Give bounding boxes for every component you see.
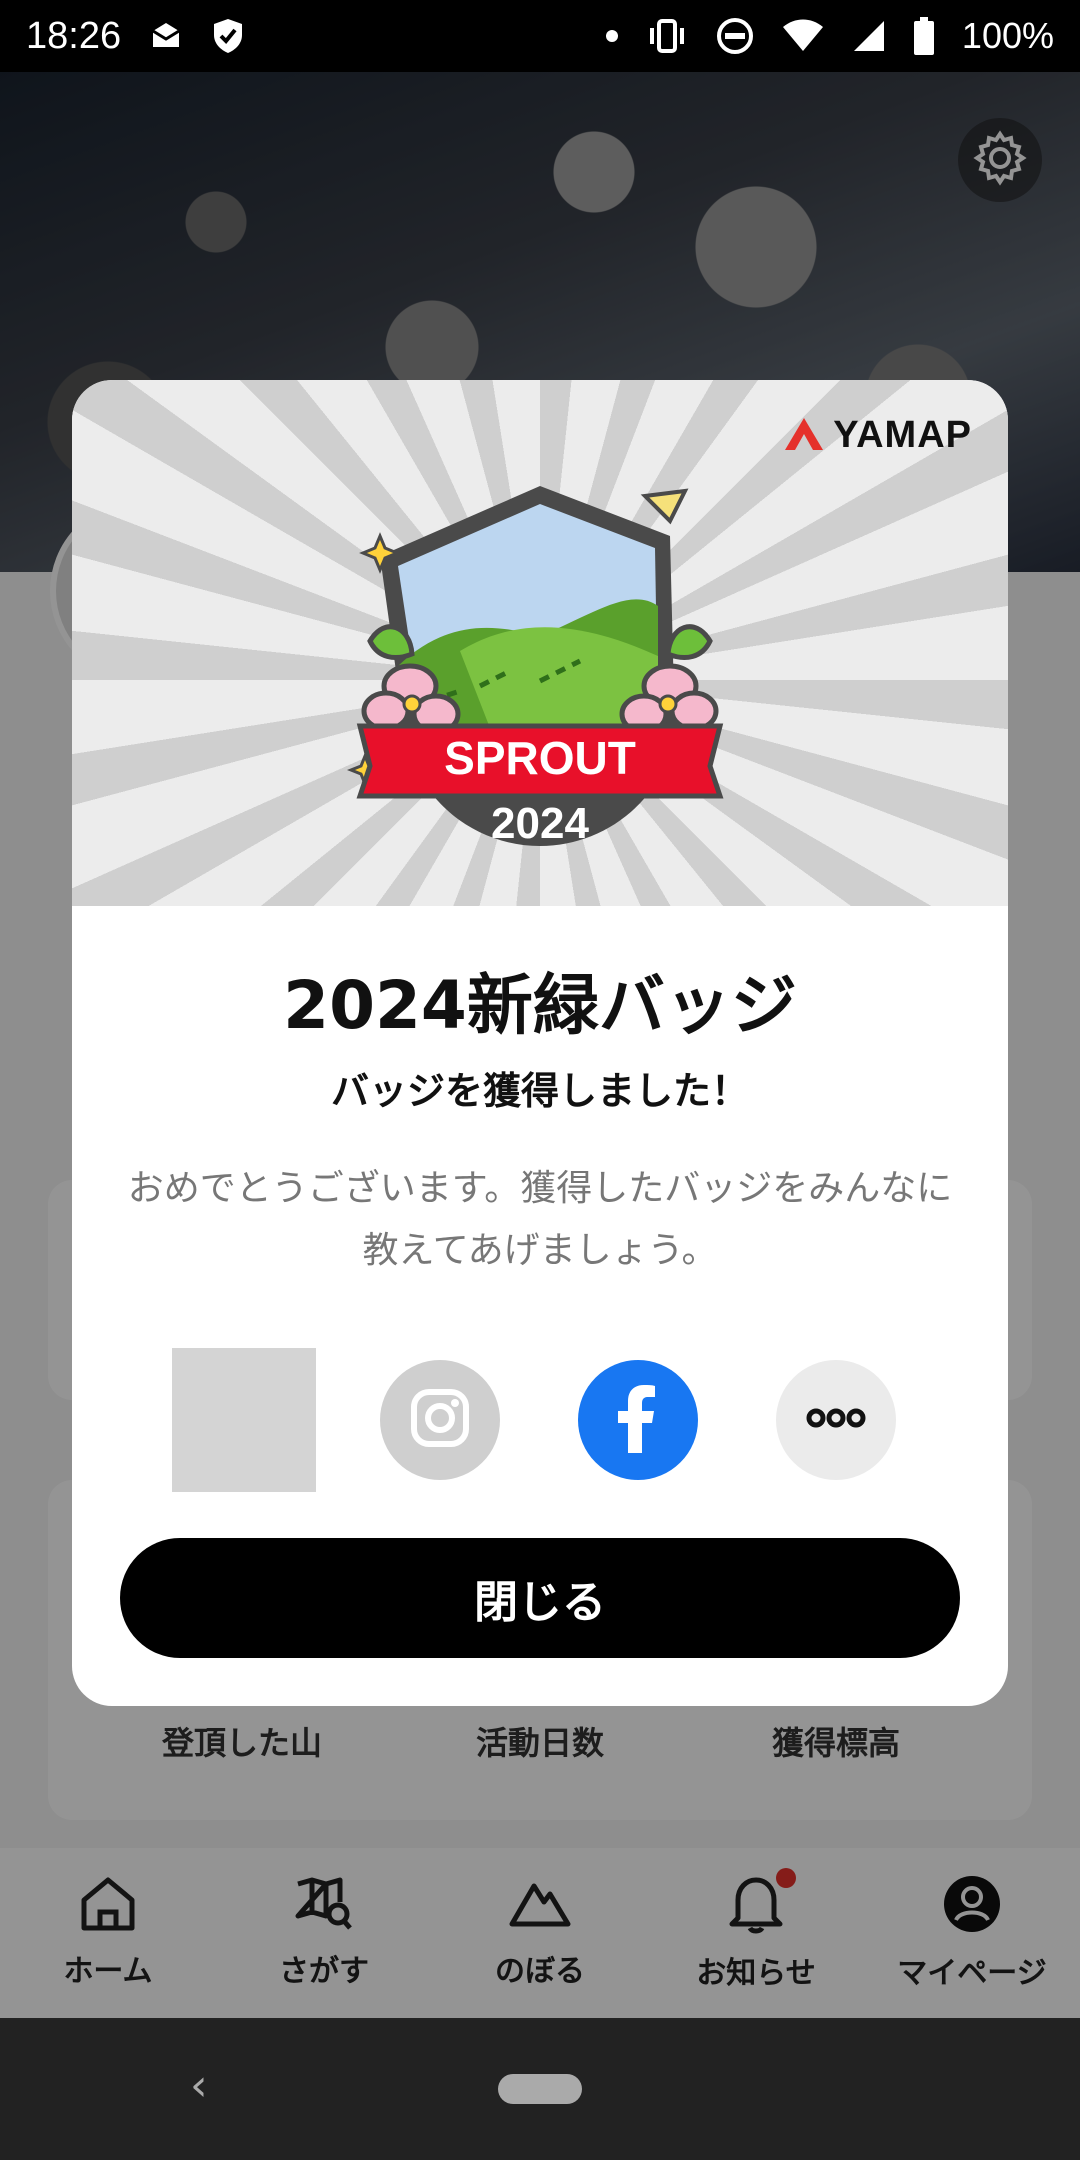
vibrate-icon [646,19,688,53]
status-time: 18:26 [26,14,122,57]
dot-indicator-icon [605,30,618,42]
badge-title: 2024新緑バッジ [283,967,797,1044]
home-pill[interactable] [498,2074,582,2104]
badge-ribbon-text: SPROUT [444,732,636,784]
badge-hero: YAMAP SPROUT 2024 [72,380,1008,906]
battery-percent: 100% [961,15,1054,56]
shield-check-icon [211,17,245,55]
badge-year-text: 2024 [491,799,589,848]
share-more-button[interactable] [776,1360,896,1480]
yamap-mark-icon [783,416,825,456]
status-bar: 18:26 100% [0,0,1080,72]
signal-icon [852,19,886,53]
facebook-icon [608,1383,668,1457]
back-icon[interactable]: ‹ [190,2064,230,2108]
share-facebook-button[interactable] [578,1360,698,1480]
do-not-disturb-icon [716,17,754,55]
battery-icon [913,17,934,55]
yamap-wordmark: YAMAP [833,414,972,456]
close-button[interactable]: 閉じる [120,1538,960,1658]
badge-earned-dialog: YAMAP SPROUT 2024 2024新緑バッジ バッジを獲得しました！ … [72,380,1008,1706]
share-image-thumbnail[interactable] [172,1348,316,1492]
share-instagram-button[interactable] [380,1360,500,1480]
yamap-logo: YAMAP [783,414,972,457]
system-navigation-bar: ‹ [0,2018,1080,2160]
notification-app-icon [149,21,183,51]
instagram-icon [408,1386,472,1454]
badge-message: おめでとうございます。獲得したバッジをみんなに教えてあげましょう。 [127,1168,953,1271]
badge-subtitle: バッジを獲得しました！ [330,1069,749,1113]
wifi-icon [782,19,824,53]
more-icon [806,1408,866,1432]
share-options [72,1348,1008,1498]
sprout-2024-badge-icon: SPROUT 2024 [346,486,724,848]
